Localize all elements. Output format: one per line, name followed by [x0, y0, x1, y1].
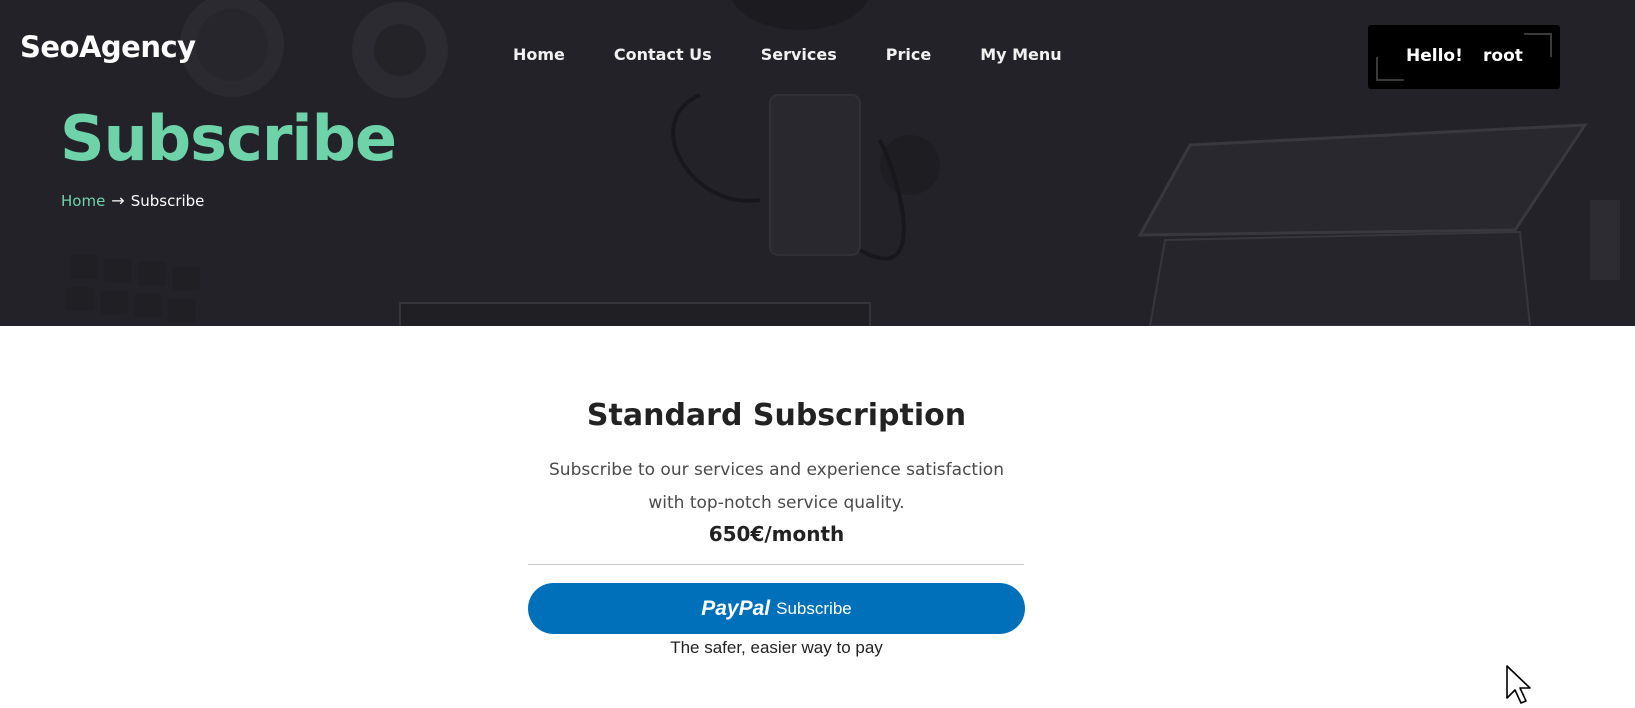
page-title: Subscribe	[60, 102, 397, 175]
corner-decoration-bottom-left	[1376, 57, 1404, 81]
breadcrumb-current: Subscribe	[130, 191, 205, 210]
user-greeting-button[interactable]: Hello! root	[1368, 25, 1560, 89]
hero-banner: SeoAgency Home Contact Us Services Price…	[0, 0, 1635, 326]
paypal-button-label: Subscribe	[776, 598, 852, 618]
breadcrumb: Home → Subscribe	[61, 191, 204, 210]
user-greeting-text: Hello!	[1406, 46, 1463, 66]
main-nav: Home Contact Us Services Price My Menu	[513, 45, 1062, 64]
paypal-logo: PayPal	[701, 596, 771, 620]
mouse-cursor-icon	[1506, 665, 1531, 704]
nav-item-price[interactable]: Price	[886, 45, 931, 64]
arrow-right-icon: →	[111, 191, 125, 210]
paypal-tagline: The safer, easier way to pay	[670, 638, 883, 657]
subscription-title: Standard Subscription	[586, 398, 967, 433]
subscription-description: Subscribe to our services and experience…	[549, 460, 1004, 513]
subscription-price: 650€/month	[708, 522, 845, 546]
user-name: root	[1483, 46, 1523, 66]
nav-item-services[interactable]: Services	[761, 45, 837, 64]
paypal-subscribe-button[interactable]: PayPal Subscribe	[528, 583, 1025, 634]
divider	[528, 564, 1024, 565]
nav-item-home[interactable]: Home	[513, 45, 565, 64]
breadcrumb-home-link[interactable]: Home	[61, 192, 105, 210]
site-logo[interactable]: SeoAgency	[20, 30, 196, 64]
corner-decoration-top-right	[1524, 33, 1552, 57]
nav-item-my-menu[interactable]: My Menu	[980, 45, 1061, 64]
subscription-card: Standard Subscription Subscribe to our s…	[528, 392, 1025, 658]
nav-item-contact-us[interactable]: Contact Us	[614, 45, 712, 64]
